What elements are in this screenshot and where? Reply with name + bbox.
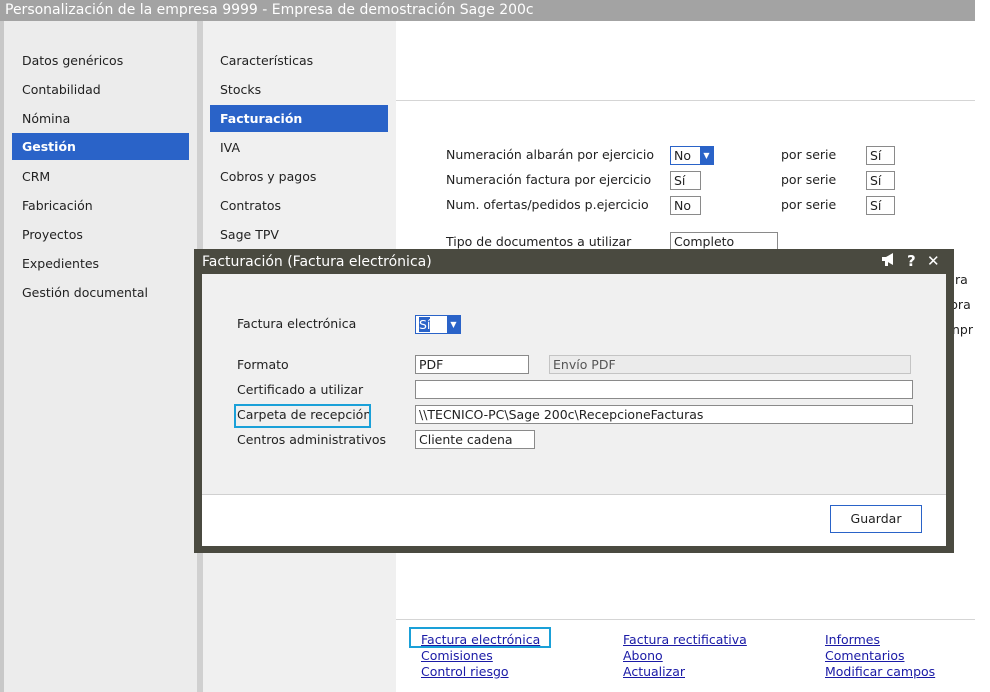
subnav-item-facturacion[interactable]: Facturación bbox=[210, 105, 388, 132]
subnav-item-sage-tpv[interactable]: Sage TPV bbox=[210, 221, 388, 248]
main-divider-bottom bbox=[396, 619, 975, 620]
link-modificar-campos[interactable]: Modificar campos bbox=[825, 664, 935, 679]
help-icon[interactable]: ? bbox=[907, 252, 916, 270]
subnav-item-stocks[interactable]: Stocks bbox=[210, 76, 388, 103]
subnav-item-cobros-pagos[interactable]: Cobros y pagos bbox=[210, 163, 388, 190]
chevron-down-icon[interactable]: ▼ bbox=[700, 147, 713, 164]
megaphone-icon-svg bbox=[882, 253, 893, 266]
nav-item-contabilidad[interactable]: Contabilidad bbox=[12, 76, 189, 103]
envio-pdf-field: Envío PDF bbox=[549, 355, 911, 374]
dialog-title: Facturación (Factura electrónica) bbox=[202, 254, 432, 270]
formato-field[interactable]: PDF bbox=[415, 355, 529, 374]
numeracion-albaran-label: Numeración albarán por ejercicio bbox=[446, 147, 655, 162]
link-actualizar[interactable]: Actualizar bbox=[623, 664, 685, 679]
primary-nav: Datos genéricos Contabilidad Nómina Gest… bbox=[0, 21, 197, 692]
nav-item-crm[interactable]: CRM bbox=[12, 163, 189, 190]
num-ofertas-label: Num. ofertas/pedidos p.ejercicio bbox=[446, 197, 649, 212]
nav-item-gestion-documental[interactable]: Gestión documental bbox=[12, 279, 189, 306]
por-serie-field-2[interactable]: Sí bbox=[866, 171, 895, 190]
numeracion-albaran-select[interactable]: No ▼ bbox=[670, 146, 714, 165]
tipo-documentos-label: Tipo de documentos a utilizar bbox=[446, 234, 632, 249]
numeracion-factura-field[interactable]: Sí bbox=[670, 171, 701, 190]
nav-item-fabricacion[interactable]: Fabricación bbox=[12, 192, 189, 219]
por-serie-label-2: por serie bbox=[781, 172, 837, 187]
factura-electronica-value: Sí bbox=[419, 317, 431, 332]
carpeta-recepcion-field[interactable]: \\TECNICO-PC\Sage 200c\RecepcioneFactura… bbox=[415, 405, 913, 424]
link-comentarios[interactable]: Comentarios bbox=[825, 648, 905, 663]
clipped-text-3: npr bbox=[952, 322, 973, 337]
nav-item-gestion[interactable]: Gestión bbox=[12, 133, 189, 160]
nav-item-proyectos[interactable]: Proyectos bbox=[12, 221, 189, 248]
link-comisiones[interactable]: Comisiones bbox=[421, 648, 493, 663]
link-abono[interactable]: Abono bbox=[623, 648, 663, 663]
por-serie-field-3[interactable]: Sí bbox=[866, 196, 895, 215]
factura-electronica-label: Factura electrónica bbox=[237, 316, 357, 331]
formato-label: Formato bbox=[237, 357, 289, 372]
chevron-down-icon[interactable]: ▼ bbox=[447, 316, 460, 333]
carpeta-highlight-box bbox=[234, 404, 371, 428]
certificado-field[interactable] bbox=[415, 380, 913, 399]
subnav-item-caracteristicas[interactable]: Características bbox=[210, 47, 388, 74]
link-informes[interactable]: Informes bbox=[825, 632, 880, 647]
nav-item-nomina[interactable]: Nómina bbox=[12, 105, 189, 132]
num-ofertas-field[interactable]: No bbox=[670, 196, 701, 215]
clipped-text-1: ra bbox=[955, 272, 968, 287]
nav-item-datos-genericos[interactable]: Datos genéricos bbox=[12, 47, 189, 74]
por-serie-label-3: por serie bbox=[781, 197, 837, 212]
numeracion-factura-label: Numeración factura por ejercicio bbox=[446, 172, 652, 187]
centros-administrativos-field[interactable]: Cliente cadena bbox=[415, 430, 535, 449]
close-icon[interactable]: ✕ bbox=[927, 252, 940, 270]
centros-administrativos-label: Centros administrativos bbox=[237, 432, 387, 447]
link-control-riesgo[interactable]: Control riesgo bbox=[421, 664, 509, 679]
megaphone-icon[interactable] bbox=[881, 252, 897, 271]
link-highlight-box bbox=[409, 627, 551, 648]
nav-item-expedientes[interactable]: Expedientes bbox=[12, 250, 189, 277]
subnav-item-iva[interactable]: IVA bbox=[210, 134, 388, 161]
factura-electronica-select[interactable]: Sí ▼ bbox=[415, 315, 461, 334]
window-title: Personalización de la empresa 9999 - Emp… bbox=[0, 0, 975, 21]
por-serie-field-1[interactable]: Sí bbox=[866, 146, 895, 165]
link-factura-rectificativa[interactable]: Factura rectificativa bbox=[623, 632, 747, 647]
save-button[interactable]: Guardar bbox=[830, 505, 922, 533]
certificado-label: Certificado a utilizar bbox=[237, 382, 364, 397]
por-serie-label-1: por serie bbox=[781, 147, 837, 162]
subnav-item-contratos[interactable]: Contratos bbox=[210, 192, 388, 219]
clip-mask bbox=[975, 260, 990, 350]
main-divider-top bbox=[396, 100, 975, 101]
nav-left-border bbox=[0, 21, 4, 692]
numeracion-albaran-value: No bbox=[674, 148, 691, 163]
